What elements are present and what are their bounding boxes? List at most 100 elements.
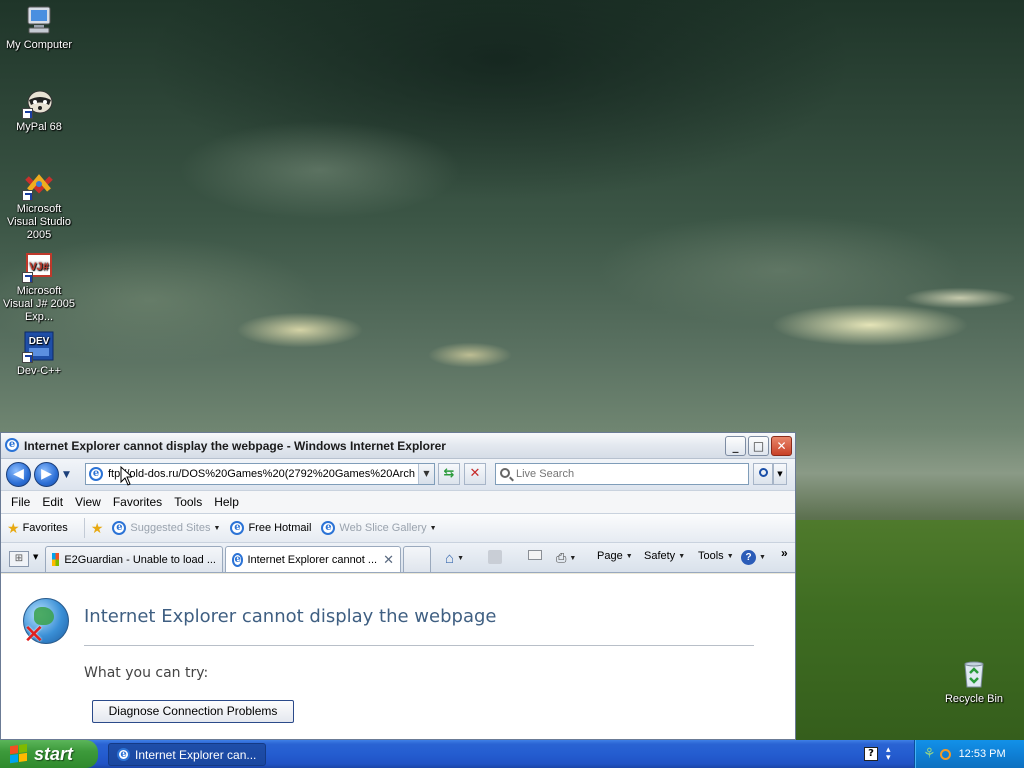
desktop-icon-recycle-bin[interactable]: Recycle Bin [936,658,1012,706]
maximize-button[interactable]: □ [748,436,769,456]
chevron-down-icon: ▼ [726,552,734,560]
dev-cpp-icon: DEV [22,330,55,363]
tab-list-dropdown[interactable]: ▼ [33,553,38,561]
quick-tabs-button[interactable]: ⊞ [9,551,29,567]
chevron-down-icon: ▼ [429,524,437,532]
read-mail-button[interactable] [528,550,542,560]
menu-favorites[interactable]: Favorites [107,495,168,509]
address-text: ftp://old-dos.ru/DOS%20Games%20(2792%20G… [108,468,415,480]
taskbar-button-label: Internet Explorer can... [135,747,257,762]
new-tab-button[interactable] [403,546,431,572]
windows-logo-icon [52,553,60,566]
tab-e2guardian[interactable]: E2Guardian - Unable to load ... [45,546,223,572]
address-bar[interactable]: ftp://old-dos.ru/DOS%20Games%20(2792%20G… [85,463,435,485]
chevron-down-icon: ▼ [625,552,633,560]
desktop-icon-my-computer[interactable]: My Computer [1,4,77,52]
ie-page-icon [112,521,127,535]
page-menu-label: Page [597,550,623,562]
svg-text:DEV: DEV [29,336,50,347]
fav-web-slice-gallery[interactable]: Web Slice Gallery ▼ [321,521,437,535]
chevron-down-icon: ▼ [457,555,464,562]
minimize-button[interactable]: _ [725,436,746,456]
start-button[interactable]: start [0,740,98,768]
language-help-icon: ? [864,747,878,761]
start-label: start [34,743,74,764]
menu-edit[interactable]: Edit [36,495,69,509]
forward-button[interactable]: ▶ [34,462,59,487]
wallpaper-hill [760,520,1024,740]
desktop-icon-label: My Computer [5,39,73,51]
what-you-can-try-text: What you can try: [84,665,209,681]
shortcut-arrow-icon [22,272,33,283]
page-menu-button[interactable]: Page ▼ [597,550,633,562]
menu-bar: File Edit View Favorites Tools Help [1,490,795,514]
desktop-icon-dev-cpp[interactable]: DEV Dev-C++ [1,330,77,378]
menu-help[interactable]: Help [208,495,245,509]
toolbar-separator [83,518,85,538]
printer-icon: ⎙ [556,550,567,565]
fav-item-label: Suggested Sites [130,522,211,534]
favorites-bar: ★ Favorites ★ Suggested Sites ▼ Free Hot… [1,514,795,543]
tab-bar: ⊞ ▼ E2Guardian - Unable to load ... Inte… [1,543,795,573]
add-to-favorites-bar-button[interactable]: ★ [91,520,107,537]
page-icon [89,467,103,481]
desktop-icon-visual-jsharp[interactable]: VJ# Microsoft Visual J# 2005 Exp... [1,250,77,324]
safety-menu-button[interactable]: Safety ▼ [644,550,685,562]
favorites-label: Favorites [22,522,68,534]
menu-tools[interactable]: Tools [168,495,208,509]
visual-studio-icon [22,168,55,201]
network-tray-icon[interactable]: ⚘ [923,746,936,762]
heading-divider [84,645,754,646]
window-title: Internet Explorer cannot display the web… [24,439,446,453]
tab-ie-cannot-display[interactable]: Internet Explorer cannot ... ✕ [225,546,401,572]
print-button[interactable]: ⎙ ▼ [556,550,576,566]
refresh-button[interactable]: ⇆ [438,463,460,485]
search-input[interactable] [516,467,744,481]
fav-free-hotmail[interactable]: Free Hotmail [230,521,311,535]
ie-logo-icon [117,748,130,761]
desktop-icon-mypal[interactable]: MyPal 68 [1,86,77,134]
diagnose-connection-button[interactable]: Diagnose Connection Problems [92,700,294,723]
close-tab-icon[interactable]: ✕ [383,552,394,568]
menu-file[interactable]: File [5,495,36,509]
recent-pages-dropdown[interactable]: ▼ [63,470,70,480]
address-dropdown-button[interactable]: ▼ [418,464,434,484]
add-favorite-icon: ★ [90,519,104,536]
error-heading: Internet Explorer cannot display the web… [84,606,497,627]
toolbar-overflow-chevron[interactable]: » [781,546,788,560]
search-go-button[interactable] [753,463,773,485]
search-box[interactable] [495,463,749,485]
back-button[interactable]: ◀ [6,462,31,487]
chevron-down-icon: ▼ [759,554,766,561]
fav-item-label: Free Hotmail [248,522,312,534]
close-button[interactable]: ✕ [771,436,792,456]
search-options-button[interactable]: ▼ [773,463,787,485]
chevron-down-icon: ▼ [678,552,686,560]
window-titlebar[interactable]: Internet Explorer cannot display the web… [1,433,795,459]
search-icon [500,468,510,478]
tab-label: Internet Explorer cannot ... [247,553,378,566]
shortcut-arrow-icon [22,108,33,119]
mail-icon [528,550,542,560]
recycle-bin-icon [958,658,990,690]
windows-flag-icon [10,743,28,765]
ie-page-icon [230,521,245,535]
clock[interactable]: 12:53 PM [959,748,1006,760]
language-bar[interactable]: ? ▴ ▾ [862,744,912,764]
desktop-icon-label: Recycle Bin [944,693,1004,705]
page-content: ✕ Internet Explorer cannot display the w… [1,574,795,739]
stop-button[interactable]: ✕ [464,463,486,485]
language-bar-options-icon[interactable]: ▴ ▾ [886,746,891,763]
fav-suggested-sites[interactable]: Suggested Sites ▼ [112,521,220,535]
desktop-icon-visual-studio[interactable]: Microsoft Visual Studio 2005 [1,168,77,242]
tools-menu-button[interactable]: Tools ▼ [698,550,734,562]
taskbar-button-ie[interactable]: Internet Explorer can... [108,743,266,766]
home-button[interactable]: ⌂ ▼ [445,550,464,567]
search-tray-icon[interactable] [939,748,951,760]
system-tray: ⚘ 12:53 PM [914,740,1024,768]
help-icon: ? [741,550,756,565]
favorites-button[interactable]: ★ Favorites [7,520,68,537]
menu-view[interactable]: View [69,495,107,509]
help-menu-button[interactable]: ? ▼ [741,550,766,565]
feeds-button[interactable] [488,550,502,564]
